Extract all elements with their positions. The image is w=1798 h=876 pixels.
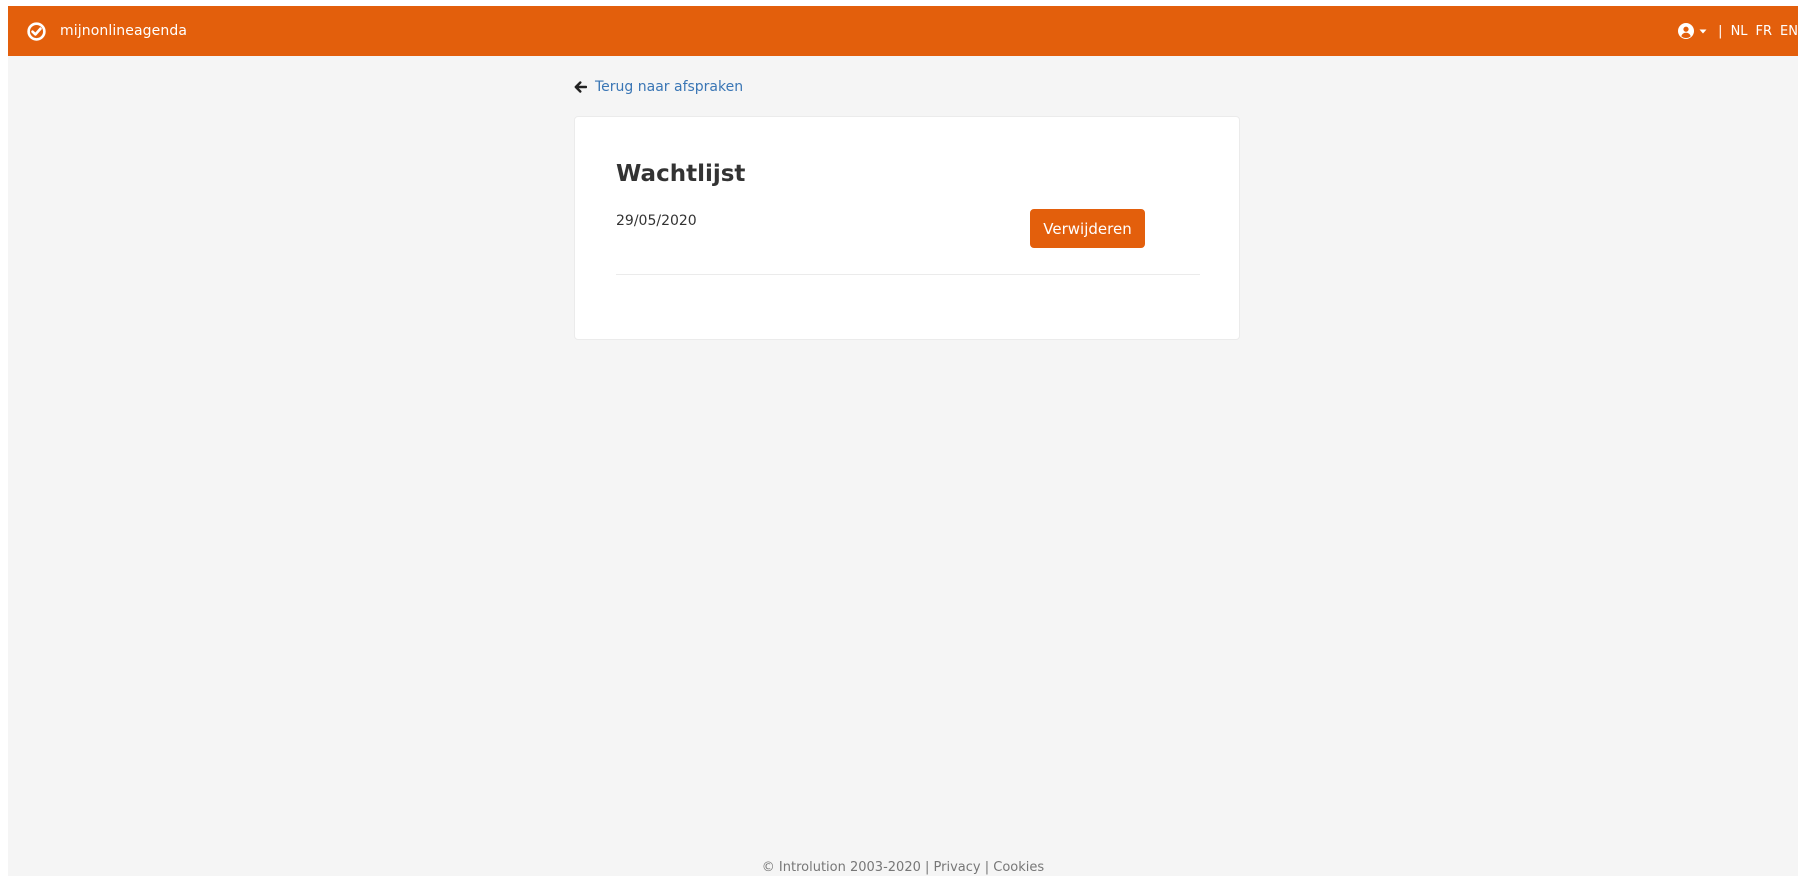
- check-circle-icon: [27, 21, 46, 41]
- back-to-appointments-link[interactable]: Terug naar afspraken: [574, 79, 743, 95]
- brand-name: mijnonlineagenda: [60, 23, 188, 39]
- caret-down-icon: [1699, 29, 1707, 34]
- delete-button[interactable]: Verwijderen: [1030, 209, 1145, 248]
- footer-separator: |: [984, 860, 990, 875]
- header-separator: |: [1718, 23, 1723, 39]
- waitlist-card: Wachtlijst 29/05/2020 Verwijderen: [574, 116, 1240, 340]
- user-circle-icon: [1678, 23, 1695, 39]
- language-en-link[interactable]: EN: [1780, 24, 1798, 39]
- top-right-menu: | NL FR EN: [1678, 6, 1798, 56]
- entry-divider: [616, 274, 1200, 275]
- privacy-link[interactable]: Privacy: [934, 860, 981, 875]
- arrow-left-icon: [574, 81, 587, 93]
- top-navbar: mijnonlineagenda | NL FR EN: [8, 6, 1798, 56]
- language-fr-link[interactable]: FR: [1756, 24, 1773, 39]
- back-link-label: Terug naar afspraken: [595, 79, 744, 95]
- language-nl-link[interactable]: NL: [1731, 24, 1748, 39]
- user-menu-toggle[interactable]: [1678, 23, 1708, 39]
- waitlist-entry-date: 29/05/2020: [616, 213, 697, 229]
- footer-copyright: © Introlution 2003-2020: [761, 860, 921, 875]
- brand-link[interactable]: mijnonlineagenda: [26, 6, 187, 56]
- footer: © Introlution 2003-2020 | Privacy | Cook…: [8, 860, 1798, 876]
- footer-separator: |: [925, 860, 930, 875]
- page: mijnonlineagenda | NL FR EN Terug naar a…: [8, 6, 1798, 876]
- card-title: Wachtlijst: [616, 161, 746, 187]
- cookies-link[interactable]: Cookies: [993, 860, 1044, 875]
